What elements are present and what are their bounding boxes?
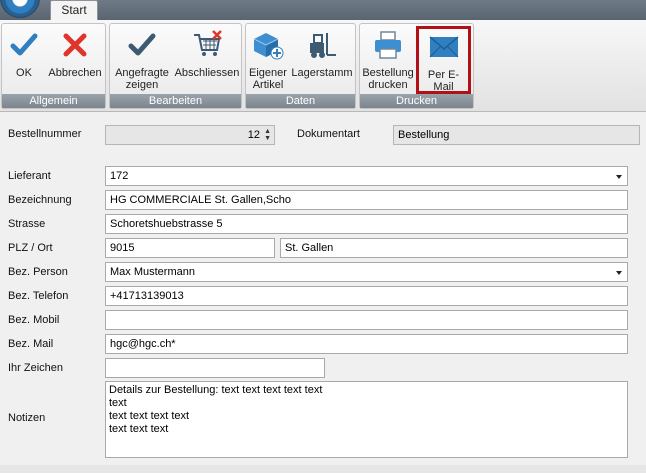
spinner-arrows-icon[interactable]: ▲ ▼ [264, 128, 271, 142]
bez-mail-field[interactable]: hgc@hgc.ch* [105, 334, 628, 354]
ort-field[interactable]: St. Gallen [280, 238, 628, 258]
ribbon-group-allgemein: OK Abbrechen Allgemein [1, 23, 106, 109]
dokumentart-label: Dokumentart [297, 128, 360, 140]
check-icon [10, 33, 38, 56]
eigener-artikel-button[interactable]: Eigener Artikel [248, 27, 288, 93]
bestellnummer-value: 12 [247, 129, 260, 141]
ribbon-group-bearbeiten: Angefragte zeigen Abschliessen Bearbeite… [109, 23, 242, 109]
notizen-label: Notizen [8, 412, 46, 424]
bezeichnung-field[interactable]: HG COMMERCIALE St. Gallen,Scho [105, 190, 628, 210]
chevron-down-icon[interactable] [616, 271, 622, 275]
bez-mobil-label: Bez. Mobil [8, 314, 60, 326]
lagerstamm-button[interactable]: Lagerstamm [290, 27, 354, 93]
app-menu-orb-icon[interactable] [0, 0, 40, 18]
ihr-zeichen-label: Ihr Zeichen [8, 362, 64, 374]
bez-telefon-label: Bez. Telefon [8, 290, 69, 302]
notizen-textarea[interactable]: Details zur Bestellung: text text text t… [105, 381, 628, 458]
bottom-strip [0, 465, 646, 473]
plz-field[interactable]: 9015 [105, 238, 275, 258]
tab-start[interactable]: Start [50, 0, 98, 21]
lieferant-value: 172 [110, 170, 129, 182]
strasse-label: Strasse [8, 218, 46, 230]
bez-person-label: Bez. Person [8, 266, 68, 278]
dokumentart-field: Bestellung [393, 125, 640, 145]
ihr-zeichen-field[interactable] [105, 358, 325, 378]
group-label-allgemein: Allgemein [2, 94, 105, 108]
bestellnummer-label: Bestellnummer [8, 128, 82, 140]
bez-person-value: Max Mustermann [110, 266, 195, 278]
printer-icon [375, 31, 401, 59]
ribbon-group-drucken: Bestellung drucken Per E-Mail versenden … [359, 23, 474, 109]
plz-ort-label: PLZ / Ort [8, 242, 53, 254]
forklift-icon [310, 33, 336, 58]
envelope-icon [429, 36, 458, 58]
bestellung-drucken-button[interactable]: Bestellung drucken [362, 27, 414, 93]
cart-icon [194, 30, 222, 56]
abbrechen-button[interactable]: Abbrechen [46, 27, 104, 93]
cube-add-icon [253, 33, 284, 60]
bez-telefon-field[interactable]: +41713139013 [105, 286, 628, 306]
bezeichnung-label: Bezeichnung [8, 194, 72, 206]
lieferant-label: Lieferant [8, 170, 51, 182]
strasse-field[interactable]: Schoretshuebstrasse 5 [105, 214, 628, 234]
bez-mobil-field[interactable] [105, 310, 628, 330]
ribbon-group-daten: Eigener Artikel Lagerstamm Daten [245, 23, 356, 109]
check-icon [128, 33, 156, 56]
bez-mail-label: Bez. Mail [8, 338, 54, 350]
group-label-drucken: Drucken [360, 94, 473, 108]
ok-button[interactable]: OK [4, 27, 44, 93]
abschliessen-button[interactable]: Abschliessen [174, 27, 240, 93]
chevron-down-icon[interactable] [616, 175, 622, 179]
group-label-bearbeiten: Bearbeiten [110, 94, 241, 108]
per-email-versenden-button[interactable]: Per E-Mail versenden [416, 26, 471, 105]
angefragte-zeigen-button[interactable]: Angefragte zeigen [112, 27, 172, 93]
cancel-x-icon [63, 33, 87, 57]
group-label-daten: Daten [246, 94, 355, 108]
bestellnummer-spinner[interactable]: 12 ▲ ▼ [105, 125, 275, 145]
lieferant-dropdown[interactable]: 172 [105, 166, 628, 186]
bez-person-dropdown[interactable]: Max Mustermann [105, 262, 628, 282]
ribbon-titlebar: Start [0, 0, 646, 21]
